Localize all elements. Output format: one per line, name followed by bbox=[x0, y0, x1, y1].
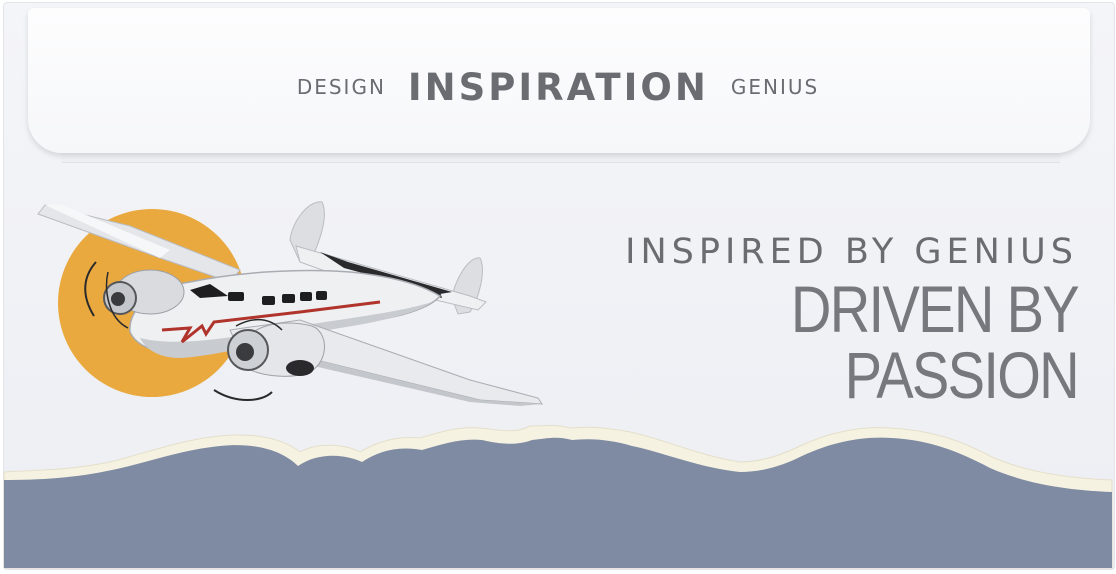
envelope: DESIGN INSPIRATION GENIUS INSPIRED BY GE… bbox=[0, 0, 1116, 574]
flap-left-word: DESIGN bbox=[296, 75, 386, 99]
flap-right-word: GENIUS bbox=[730, 75, 820, 99]
tagline-line1: INSPIRED BY GENIUS bbox=[625, 232, 1078, 272]
tagline-line2: DRIVEN BY PASSION bbox=[790, 272, 1080, 412]
hills bbox=[3, 425, 1113, 569]
flap-wordmark: DESIGN INSPIRATION GENIUS bbox=[0, 62, 1116, 112]
flap-center-word: INSPIRATION bbox=[407, 65, 709, 109]
hill-fill bbox=[4, 437, 1112, 568]
tagline: INSPIRED BY GENIUS DRIVEN BY PASSION bbox=[518, 228, 1080, 412]
